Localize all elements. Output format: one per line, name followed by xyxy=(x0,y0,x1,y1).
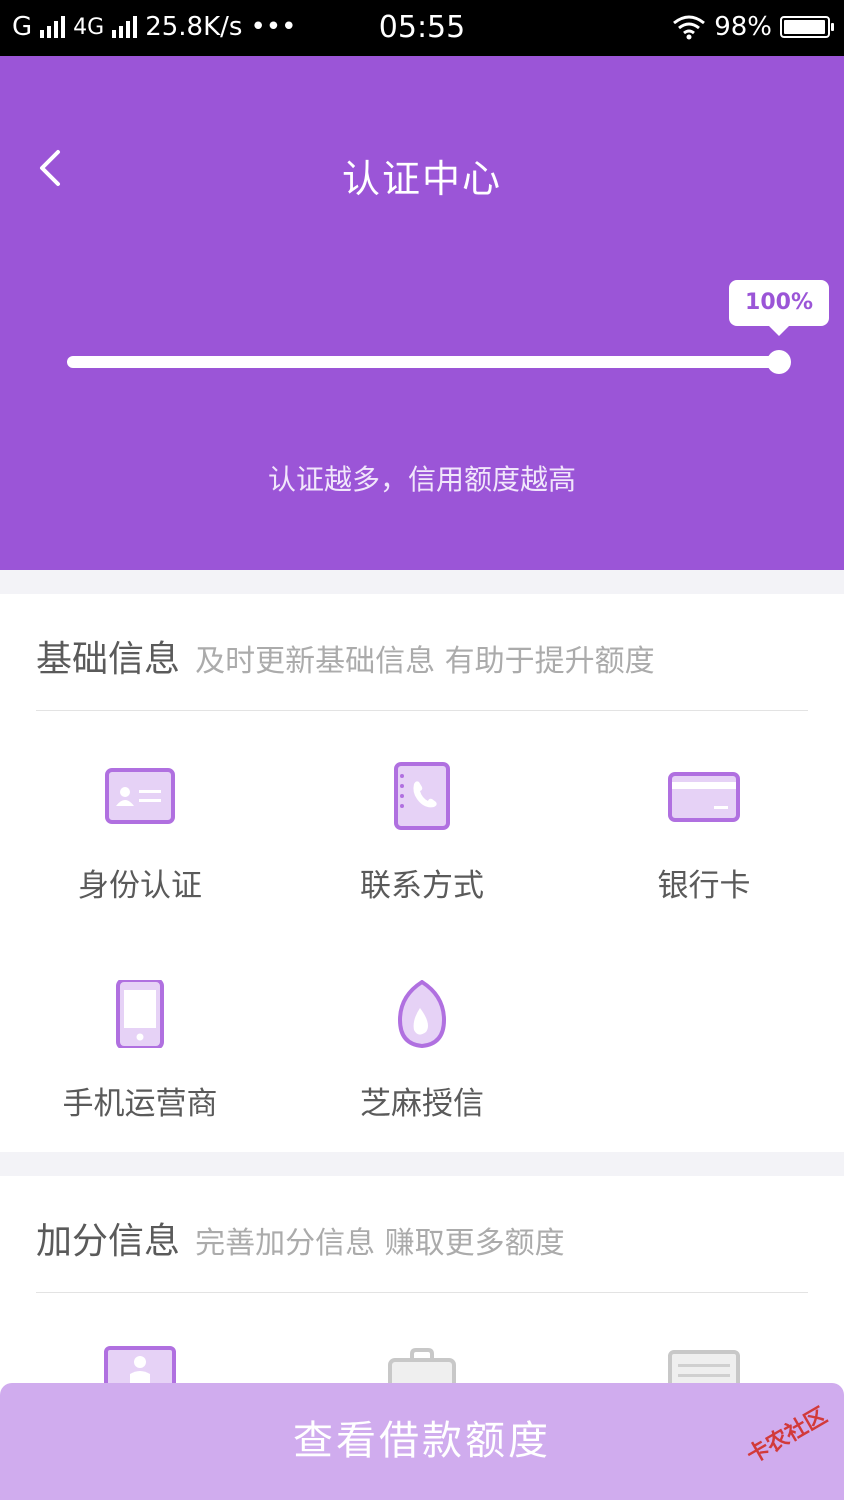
mobile-carrier-item[interactable]: 手机运营商 xyxy=(0,980,280,1123)
view-loan-limit-button[interactable]: 查看借款额度 xyxy=(0,1383,844,1500)
status-bar: G 4G 25.8K/s ••• 05:55 98% xyxy=(0,0,844,56)
wifi-icon xyxy=(673,15,706,40)
progress-label: 100% xyxy=(729,280,829,336)
sesame-credit-icon xyxy=(397,980,447,1048)
mobile-carrier-label: 手机运营商 xyxy=(62,1086,218,1122)
status-right: 98% xyxy=(672,12,834,42)
phone-book-icon xyxy=(394,762,450,830)
battery-percent: 98% xyxy=(714,12,772,42)
document-list-icon[interactable] xyxy=(666,1346,742,1386)
sesame-credit-item[interactable]: 芝麻授信 xyxy=(282,980,562,1123)
section-divider xyxy=(36,710,808,711)
bonus-info-header: 加分信息 完善加分信息 赚取更多额度 xyxy=(36,1212,565,1264)
bank-card-item[interactable]: 银行卡 xyxy=(564,762,844,905)
battery-icon xyxy=(780,16,834,38)
basic-info-header: 基础信息 及时更新基础信息 有助于提升额度 xyxy=(36,630,655,682)
id-verify-label: 身份认证 xyxy=(78,868,202,904)
section-divider xyxy=(36,1292,808,1293)
profile-card-icon[interactable] xyxy=(102,1346,178,1386)
basic-info-title: 基础信息 xyxy=(36,639,181,680)
id-card-icon xyxy=(105,768,175,824)
sesame-credit-label: 芝麻授信 xyxy=(360,1086,484,1122)
progress-knob xyxy=(767,350,791,374)
basic-info-section: 基础信息 及时更新基础信息 有助于提升额度 身份认证 联系方式 银行卡 手机运营… xyxy=(0,594,844,1152)
bank-card-icon xyxy=(668,772,740,822)
page-title: 认证中心 xyxy=(341,157,502,201)
progress-track xyxy=(67,356,779,368)
bonus-info-subtitle: 完善加分信息 赚取更多额度 xyxy=(195,1226,565,1261)
briefcase-icon[interactable] xyxy=(384,1346,460,1386)
bank-card-label: 银行卡 xyxy=(657,868,751,904)
basic-info-subtitle: 及时更新基础信息 有助于提升额度 xyxy=(195,644,655,679)
contacts-label: 联系方式 xyxy=(360,868,484,904)
bonus-info-title: 加分信息 xyxy=(36,1221,181,1262)
id-verify-item[interactable]: 身份认证 xyxy=(0,762,280,905)
mobile-phone-icon xyxy=(116,980,164,1048)
contacts-item[interactable]: 联系方式 xyxy=(282,762,562,905)
header: 认证中心 100% 认证越多，信用额度越高 xyxy=(0,56,844,570)
tagline: 认证越多，信用额度越高 xyxy=(267,463,576,496)
